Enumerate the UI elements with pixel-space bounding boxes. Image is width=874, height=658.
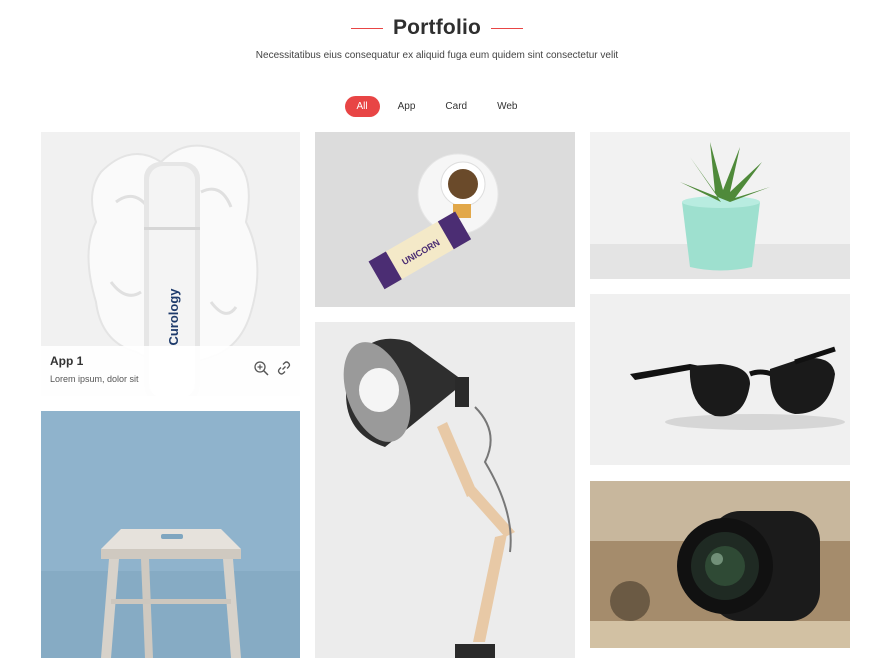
portfolio-filters: All App Card Web	[0, 96, 874, 117]
zoom-in-icon[interactable]	[253, 360, 269, 376]
wooden-stool-image	[41, 411, 300, 658]
page-title: Portfolio	[392, 16, 482, 39]
camera-lens-image	[590, 481, 850, 648]
bottle-brand-text: Curology	[166, 288, 181, 346]
caption-title: App 1	[50, 354, 84, 368]
page-subtitle: Necessitatibus eius consequatur ex aliqu…	[255, 50, 619, 61]
filter-web[interactable]: Web	[485, 96, 529, 117]
link-icon[interactable]	[276, 360, 292, 376]
portfolio-item-tea[interactable]: UNICORN	[315, 132, 575, 307]
filter-all[interactable]: All	[344, 96, 380, 117]
title-right-line	[491, 27, 524, 29]
portfolio-item-lens[interactable]	[590, 481, 850, 648]
title-left-line	[350, 27, 383, 29]
tea-and-crackers-image: UNICORN	[315, 132, 575, 307]
filter-app[interactable]: App	[386, 96, 428, 117]
section-header: Portfolio Necessitatibus eius consequatu…	[0, 14, 874, 61]
title-row: Portfolio	[0, 14, 874, 42]
portfolio-item-stool[interactable]	[41, 411, 300, 658]
item-caption: App 1 Lorem ipsum, dolor sit	[41, 346, 300, 396]
portfolio-item-plant[interactable]	[590, 132, 850, 279]
desk-lamp-image	[315, 322, 575, 658]
succulent-plant-image	[590, 132, 850, 279]
filter-card[interactable]: Card	[433, 96, 479, 117]
portfolio-item-lamp[interactable]	[315, 322, 575, 658]
portfolio-item-sunglasses[interactable]	[590, 294, 850, 465]
sunglasses-image	[590, 294, 850, 465]
caption-subtitle: Lorem ipsum, dolor sit	[50, 374, 139, 384]
